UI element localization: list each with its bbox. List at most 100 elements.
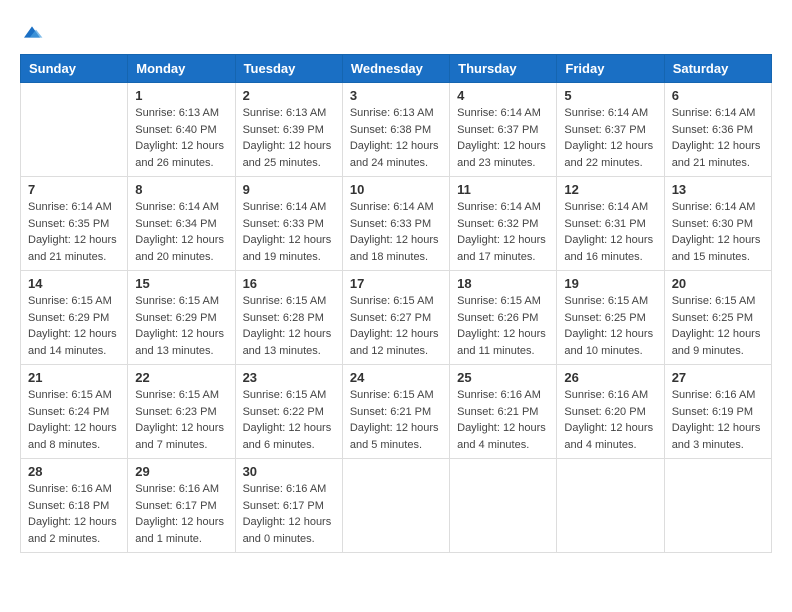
day-info: Sunrise: 6:15 AMSunset: 6:25 PMDaylight:…	[564, 293, 656, 359]
day-number: 9	[243, 182, 335, 197]
day-number: 11	[457, 182, 549, 197]
day-number: 19	[564, 276, 656, 291]
weekday-friday: Friday	[557, 55, 664, 83]
day-info: Sunrise: 6:15 AMSunset: 6:22 PMDaylight:…	[243, 387, 335, 453]
day-number: 27	[672, 370, 764, 385]
day-number: 26	[564, 370, 656, 385]
calendar-cell: 14 Sunrise: 6:15 AMSunset: 6:29 PMDayligh…	[21, 271, 128, 365]
calendar-cell: 2 Sunrise: 6:13 AMSunset: 6:39 PMDaylight…	[235, 83, 342, 177]
day-number: 2	[243, 88, 335, 103]
day-info: Sunrise: 6:14 AMSunset: 6:37 PMDaylight:…	[457, 105, 549, 171]
day-number: 21	[28, 370, 120, 385]
day-info: Sunrise: 6:13 AMSunset: 6:39 PMDaylight:…	[243, 105, 335, 171]
calendar-cell: 11 Sunrise: 6:14 AMSunset: 6:32 PMDayligh…	[450, 177, 557, 271]
day-info: Sunrise: 6:16 AMSunset: 6:18 PMDaylight:…	[28, 481, 120, 547]
calendar-cell: 30 Sunrise: 6:16 AMSunset: 6:17 PMDayligh…	[235, 459, 342, 553]
calendar-table: SundayMondayTuesdayWednesdayThursdayFrid…	[20, 54, 772, 553]
calendar-cell: 20Sunrise: 6:15 AMSunset: 6:25 PMDayligh…	[664, 271, 771, 365]
day-info: Sunrise: 6:14 AMSunset: 6:31 PMDaylight:…	[564, 199, 656, 265]
day-number: 4	[457, 88, 549, 103]
day-info: Sunrise: 6:14 AMSunset: 6:36 PMDaylight:…	[672, 105, 764, 171]
calendar-cell: 10 Sunrise: 6:14 AMSunset: 6:33 PMDayligh…	[342, 177, 449, 271]
day-number: 22	[135, 370, 227, 385]
day-info: Sunrise: 6:14 AMSunset: 6:37 PMDaylight:…	[564, 105, 656, 171]
calendar-cell: 6 Sunrise: 6:14 AMSunset: 6:36 PMDaylight…	[664, 83, 771, 177]
calendar-body: 1 Sunrise: 6:13 AMSunset: 6:40 PMDaylight…	[21, 83, 772, 553]
calendar-cell	[664, 459, 771, 553]
day-number: 5	[564, 88, 656, 103]
calendar-cell: 13 Sunrise: 6:14 AMSunset: 6:30 PMDayligh…	[664, 177, 771, 271]
weekday-saturday: Saturday	[664, 55, 771, 83]
calendar-cell: 25 Sunrise: 6:16 AMSunset: 6:21 PMDayligh…	[450, 365, 557, 459]
calendar-cell: 4 Sunrise: 6:14 AMSunset: 6:37 PMDaylight…	[450, 83, 557, 177]
day-info: Sunrise: 6:14 AMSunset: 6:34 PMDaylight:…	[135, 199, 227, 265]
page-header	[20, 20, 772, 44]
calendar-cell: 8 Sunrise: 6:14 AMSunset: 6:34 PMDaylight…	[128, 177, 235, 271]
calendar-cell: 7 Sunrise: 6:14 AMSunset: 6:35 PMDaylight…	[21, 177, 128, 271]
calendar-cell: 18 Sunrise: 6:15 AMSunset: 6:26 PMDayligh…	[450, 271, 557, 365]
day-number: 1	[135, 88, 227, 103]
calendar-cell: 3Sunrise: 6:13 AMSunset: 6:38 PMDaylight…	[342, 83, 449, 177]
day-info: Sunrise: 6:15 AMSunset: 6:28 PMDaylight:…	[243, 293, 335, 359]
day-info: Sunrise: 6:14 AMSunset: 6:30 PMDaylight:…	[672, 199, 764, 265]
week-row-5: 28 Sunrise: 6:16 AMSunset: 6:18 PMDayligh…	[21, 459, 772, 553]
day-number: 15	[135, 276, 227, 291]
calendar-cell: 17Sunrise: 6:15 AMSunset: 6:27 PMDayligh…	[342, 271, 449, 365]
day-info: Sunrise: 6:14 AMSunset: 6:35 PMDaylight:…	[28, 199, 120, 265]
calendar-cell	[557, 459, 664, 553]
weekday-header-row: SundayMondayTuesdayWednesdayThursdayFrid…	[21, 55, 772, 83]
day-number: 7	[28, 182, 120, 197]
calendar-cell: 5 Sunrise: 6:14 AMSunset: 6:37 PMDaylight…	[557, 83, 664, 177]
day-info: Sunrise: 6:15 AMSunset: 6:27 PMDaylight:…	[350, 293, 442, 359]
day-info: Sunrise: 6:16 AMSunset: 6:21 PMDaylight:…	[457, 387, 549, 453]
day-number: 16	[243, 276, 335, 291]
calendar-cell: 21 Sunrise: 6:15 AMSunset: 6:24 PMDayligh…	[21, 365, 128, 459]
day-info: Sunrise: 6:16 AMSunset: 6:20 PMDaylight:…	[564, 387, 656, 453]
day-info: Sunrise: 6:15 AMSunset: 6:23 PMDaylight:…	[135, 387, 227, 453]
day-number: 18	[457, 276, 549, 291]
logo-icon	[20, 20, 44, 44]
calendar-cell	[342, 459, 449, 553]
calendar-cell	[21, 83, 128, 177]
day-number: 13	[672, 182, 764, 197]
weekday-sunday: Sunday	[21, 55, 128, 83]
day-number: 8	[135, 182, 227, 197]
day-info: Sunrise: 6:15 AMSunset: 6:29 PMDaylight:…	[28, 293, 120, 359]
day-number: 25	[457, 370, 549, 385]
day-number: 30	[243, 464, 335, 479]
calendar-cell: 29 Sunrise: 6:16 AMSunset: 6:17 PMDayligh…	[128, 459, 235, 553]
day-number: 24	[350, 370, 442, 385]
day-number: 14	[28, 276, 120, 291]
day-info: Sunrise: 6:13 AMSunset: 6:38 PMDaylight:…	[350, 105, 442, 171]
calendar-cell: 19 Sunrise: 6:15 AMSunset: 6:25 PMDayligh…	[557, 271, 664, 365]
day-number: 10	[350, 182, 442, 197]
calendar-cell: 23Sunrise: 6:15 AMSunset: 6:22 PMDayligh…	[235, 365, 342, 459]
day-info: Sunrise: 6:15 AMSunset: 6:26 PMDaylight:…	[457, 293, 549, 359]
week-row-2: 7 Sunrise: 6:14 AMSunset: 6:35 PMDaylight…	[21, 177, 772, 271]
weekday-monday: Monday	[128, 55, 235, 83]
day-number: 6	[672, 88, 764, 103]
calendar-cell: 9Sunrise: 6:14 AMSunset: 6:33 PMDaylight…	[235, 177, 342, 271]
calendar-cell: 27 Sunrise: 6:16 AMSunset: 6:19 PMDayligh…	[664, 365, 771, 459]
day-number: 29	[135, 464, 227, 479]
day-number: 12	[564, 182, 656, 197]
day-info: Sunrise: 6:14 AMSunset: 6:32 PMDaylight:…	[457, 199, 549, 265]
day-number: 28	[28, 464, 120, 479]
calendar-cell	[450, 459, 557, 553]
calendar-cell: 26 Sunrise: 6:16 AMSunset: 6:20 PMDayligh…	[557, 365, 664, 459]
day-info: Sunrise: 6:16 AMSunset: 6:19 PMDaylight:…	[672, 387, 764, 453]
weekday-wednesday: Wednesday	[342, 55, 449, 83]
logo	[20, 20, 48, 44]
calendar-cell: 1 Sunrise: 6:13 AMSunset: 6:40 PMDaylight…	[128, 83, 235, 177]
day-info: Sunrise: 6:15 AMSunset: 6:24 PMDaylight:…	[28, 387, 120, 453]
week-row-1: 1 Sunrise: 6:13 AMSunset: 6:40 PMDaylight…	[21, 83, 772, 177]
calendar-cell: 24 Sunrise: 6:15 AMSunset: 6:21 PMDayligh…	[342, 365, 449, 459]
day-info: Sunrise: 6:16 AMSunset: 6:17 PMDaylight:…	[243, 481, 335, 547]
day-info: Sunrise: 6:13 AMSunset: 6:40 PMDaylight:…	[135, 105, 227, 171]
day-info: Sunrise: 6:14 AMSunset: 6:33 PMDaylight:…	[350, 199, 442, 265]
day-info: Sunrise: 6:16 AMSunset: 6:17 PMDaylight:…	[135, 481, 227, 547]
day-info: Sunrise: 6:15 AMSunset: 6:29 PMDaylight:…	[135, 293, 227, 359]
day-info: Sunrise: 6:15 AMSunset: 6:21 PMDaylight:…	[350, 387, 442, 453]
calendar-cell: 22 Sunrise: 6:15 AMSunset: 6:23 PMDayligh…	[128, 365, 235, 459]
day-number: 20	[672, 276, 764, 291]
